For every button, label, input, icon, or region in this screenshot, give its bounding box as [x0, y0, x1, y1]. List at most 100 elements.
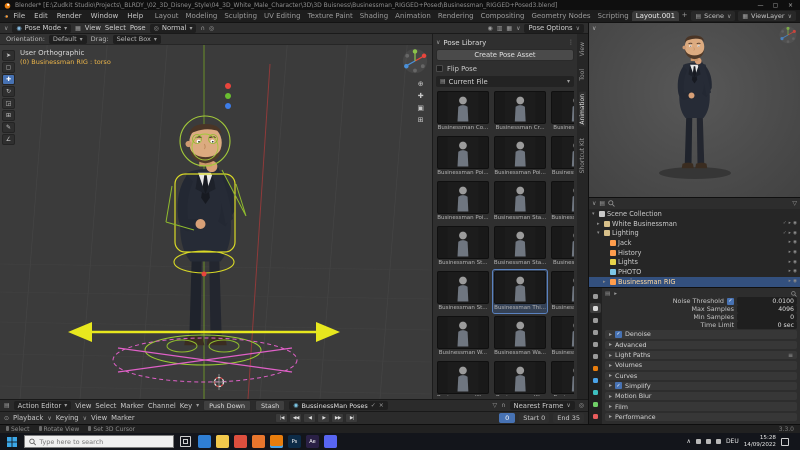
restrict-toggles[interactable]: ▸◉ [789, 240, 797, 245]
disclosure-icon[interactable]: ▸ [603, 279, 608, 285]
tool-measure[interactable]: ∠ [2, 134, 15, 145]
taskbar-app-blender[interactable] [270, 435, 283, 448]
tab-modifiers[interactable] [590, 375, 601, 385]
taskbar-app-discord[interactable] [324, 435, 337, 448]
mode-dropdown[interactable]: ◉Pose Mode▾ [12, 24, 71, 33]
jump-to-end-button[interactable]: ▶| [345, 413, 358, 423]
preset-menu-icon[interactable]: ≡ [788, 352, 793, 359]
tab-data[interactable] [590, 399, 601, 409]
snap-magnet-icon[interactable]: ∩ [501, 402, 505, 409]
menu-key[interactable]: Key [180, 402, 192, 410]
viewlayer-selector[interactable]: ▦ViewLayer∨ [738, 11, 796, 21]
property-value[interactable]: 0 sec [737, 321, 797, 329]
section-volumes[interactable]: ▸Volumes [605, 361, 797, 369]
disclosure-icon[interactable]: ▾ [597, 230, 602, 236]
taskbar-clock[interactable]: 15:28 14/09/2022 [744, 435, 776, 448]
pose-asset[interactable]: Businessman St... [436, 270, 490, 313]
menu-edit[interactable]: Edit [30, 12, 52, 20]
taskbar-app-photoshop[interactable]: Ps [288, 435, 301, 448]
create-pose-asset-button[interactable]: Create Pose Asset [436, 49, 574, 61]
section-simplify[interactable]: ▸✓Simplify [605, 382, 797, 390]
play-reverse-button[interactable]: ◀ [303, 413, 316, 423]
menu-view[interactable]: View [91, 414, 107, 422]
pelvis-bone-dot[interactable] [202, 272, 207, 277]
stash-button[interactable]: Stash [255, 400, 285, 411]
proportional-edit-icon[interactable]: ◎ [579, 402, 584, 409]
tool-tweak[interactable]: ➤ [2, 50, 15, 61]
disclosure-icon[interactable]: ▸ [597, 221, 602, 227]
pose-asset[interactable]: Businessman Poi... [436, 180, 490, 223]
tray-icon[interactable] [696, 439, 701, 444]
transform-orientation-dropdown[interactable]: ◎Normal▾ [150, 24, 197, 33]
taskbar-app-firefox[interactable] [252, 435, 265, 448]
taskbar-app-edge[interactable] [198, 435, 211, 448]
section-motion-blur[interactable]: ▸Motion Blur [605, 392, 797, 400]
filter-dropdown-icon[interactable]: ▾ [196, 402, 199, 409]
sidebar-tab-tool[interactable]: Tool [579, 67, 586, 83]
axis-dots-gizmo[interactable] [225, 83, 231, 109]
unlink-action-icon[interactable]: × [379, 402, 384, 409]
restrict-toggles[interactable]: ✓▸◉ [783, 231, 797, 236]
next-keyframe-button[interactable]: ▶▶ [331, 413, 344, 423]
pose-asset[interactable]: Businessman St... [550, 225, 574, 268]
menu-marker[interactable]: Marker [111, 414, 135, 422]
dopesheet-mode-dropdown[interactable]: Action Editor▾ [14, 401, 72, 410]
preview-viewport[interactable]: ∨ [589, 23, 800, 197]
pose-library-panel-header[interactable]: ∨ Pose Library ⋮ [436, 37, 574, 48]
tab-layout-001-active[interactable]: Layout.001 [632, 11, 678, 21]
disclosure-icon[interactable]: ▾ [592, 211, 597, 217]
scene-selector[interactable]: ▤Scene∨ [691, 11, 735, 21]
outliner-row[interactable]: Lights▸◉ [589, 257, 800, 267]
tab-layout[interactable]: Layout [151, 11, 182, 21]
menu-playback[interactable]: Playback [13, 414, 43, 422]
menu-view[interactable]: View [85, 24, 101, 32]
menu-window[interactable]: Window [87, 12, 123, 20]
current-frame-field[interactable]: 0 [499, 413, 515, 423]
taskbar-app-after-effects[interactable]: Ae [306, 435, 319, 448]
menu-render[interactable]: Render [53, 12, 86, 20]
section-film[interactable]: ▸Film [605, 402, 797, 410]
section-performance[interactable]: ▸Performance [605, 413, 797, 421]
pose-asset[interactable]: Businessman Sta... [550, 180, 574, 223]
menu-keying[interactable]: Keying [56, 414, 79, 422]
pose-asset[interactable]: Businessman Ju... [550, 90, 574, 133]
editor-type-icon[interactable]: ∨ [4, 25, 8, 32]
zoom-icon[interactable]: ⊕ [417, 80, 424, 88]
frame-end-field[interactable]: End 35 [553, 413, 584, 423]
pose-asset[interactable]: Businessman Poi... [550, 135, 574, 178]
editor-type-icon[interactable]: ∨ [592, 200, 596, 207]
task-view-icon[interactable] [180, 436, 191, 447]
pose-asset[interactable]: Businessman Sta... [493, 225, 547, 268]
denoise-checkbox[interactable]: ✓ [615, 331, 622, 338]
snap-mode-dropdown[interactable]: Nearest Frame∨ [510, 401, 575, 410]
show-overlays-icon[interactable]: ▥ [497, 25, 503, 32]
pose-asset[interactable]: Businessman Sta... [493, 180, 547, 223]
pose-asset[interactable]: Businessman W... [436, 315, 490, 358]
pose-asset[interactable]: Businessman St... [436, 225, 490, 268]
display-mode-icon[interactable]: ▤ [599, 200, 605, 207]
restrict-toggles[interactable]: ✓▸◉ [783, 221, 797, 226]
preview-editor-icon[interactable]: ∨ [592, 25, 596, 32]
tab-physics[interactable] [590, 387, 601, 397]
sidebar-tab-view[interactable]: View [579, 40, 586, 58]
preview-navigation-gizmo[interactable] [779, 26, 797, 44]
section-light-paths[interactable]: ▸Light Paths≡ [605, 351, 797, 359]
pose-asset[interactable]: Businessman W... [493, 360, 547, 396]
property-value[interactable]: 0 [737, 313, 797, 321]
tab-tool[interactable] [590, 291, 601, 301]
outliner-row[interactable]: PHOTO▸◉ [589, 267, 800, 277]
section-denoise[interactable]: ▸✓Denoise [605, 330, 797, 338]
noise-threshold-checkbox[interactable]: ✓ [727, 298, 734, 305]
property-value[interactable]: 0.0100 [737, 297, 797, 305]
menu-help[interactable]: Help [123, 12, 147, 20]
pose-asset[interactable]: Businessman Poi... [436, 135, 490, 178]
menu-marker[interactable]: Marker [120, 402, 144, 410]
search-icon[interactable] [608, 200, 615, 207]
pan-icon[interactable]: ✚ [417, 92, 424, 100]
proportional-edit-icon[interactable]: ◎ [209, 25, 214, 32]
menu-pose[interactable]: Pose [130, 24, 146, 32]
timeline-editor-icon[interactable]: ⊙ [4, 415, 9, 422]
asset-source-dropdown[interactable]: ▤ Current File ▾ [436, 76, 574, 87]
restrict-toggles[interactable]: ▸◉ [789, 250, 797, 255]
keyboard-language[interactable]: DEU [726, 438, 739, 445]
